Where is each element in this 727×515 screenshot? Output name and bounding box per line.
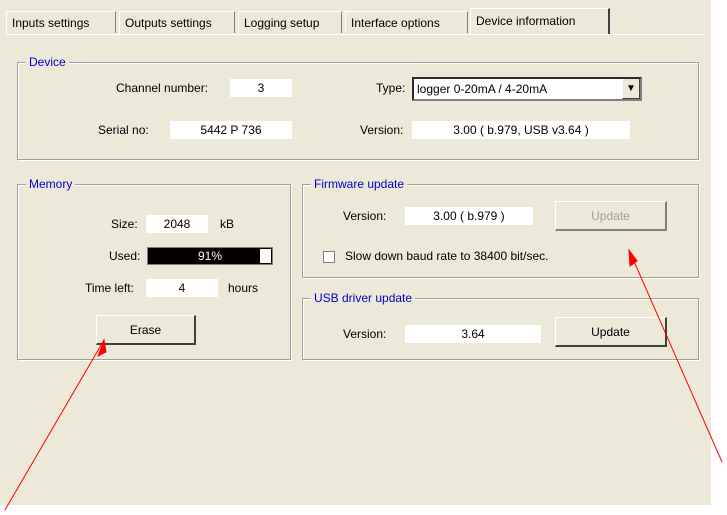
chevron-down-icon[interactable]: ▼ bbox=[622, 79, 640, 99]
device-version-value: 3.00 ( b.979, USB v3.64 ) bbox=[412, 121, 630, 139]
tab-interface-options[interactable]: Interface options bbox=[345, 11, 468, 33]
usb-version-label: Version: bbox=[343, 327, 387, 341]
memory-legend: Memory bbox=[26, 177, 76, 191]
memory-size-value: 2048 bbox=[146, 215, 208, 233]
time-left-label: Time left: bbox=[85, 281, 134, 295]
type-select-value: logger 0-20mA / 4-20mA bbox=[417, 82, 548, 96]
tab-inputs-settings[interactable]: Inputs settings bbox=[6, 11, 116, 33]
device-version-label: Version: bbox=[360, 123, 404, 137]
memory-used-value: 91% bbox=[197, 249, 223, 263]
serial-number-value: 5442 P 736 bbox=[170, 121, 292, 139]
memory-size-label: Size: bbox=[111, 217, 138, 231]
device-information-window: Inputs settings Outputs settings Logging… bbox=[0, 0, 711, 505]
slow-baud-label: Slow down baud rate to 38400 bit/sec. bbox=[345, 249, 549, 263]
tab-outputs-settings[interactable]: Outputs settings bbox=[119, 11, 235, 33]
firmware-version-label: Version: bbox=[343, 209, 387, 223]
tab-device-information[interactable]: Device information bbox=[470, 8, 610, 34]
serial-number-label: Serial no: bbox=[98, 123, 149, 137]
channel-number-value: 3 bbox=[230, 79, 292, 97]
firmware-update-legend: Firmware update bbox=[311, 177, 408, 191]
memory-used-progress: 91% bbox=[147, 247, 273, 265]
time-left-unit: hours bbox=[228, 281, 259, 295]
memory-size-unit: kB bbox=[220, 217, 235, 231]
usb-driver-update-group: USB driver update Version: 3.64 Update bbox=[302, 291, 699, 360]
device-legend: Device bbox=[26, 55, 69, 69]
usb-update-button[interactable]: Update bbox=[555, 317, 667, 347]
memory-used-label: Used: bbox=[109, 249, 141, 263]
usb-version-value: 3.64 bbox=[405, 325, 541, 343]
type-label: Type: bbox=[376, 81, 406, 95]
usb-driver-update-legend: USB driver update bbox=[311, 291, 416, 305]
tab-panel-border bbox=[6, 34, 706, 35]
tab-logging-setup[interactable]: Logging setup bbox=[238, 11, 342, 33]
firmware-update-group: Firmware update Version: 3.00 ( b.979 ) … bbox=[302, 177, 699, 278]
device-group: Device Channel number: 3 Type: logger 0-… bbox=[17, 55, 699, 160]
slow-baud-checkbox[interactable] bbox=[323, 251, 335, 263]
firmware-version-value: 3.00 ( b.979 ) bbox=[405, 207, 533, 225]
erase-button[interactable]: Erase bbox=[96, 315, 196, 345]
time-left-value: 4 bbox=[146, 279, 218, 297]
firmware-update-button[interactable]: Update bbox=[555, 201, 667, 231]
channel-number-label: Channel number: bbox=[116, 81, 209, 95]
memory-group: Memory Size: 2048 kB Used: 91% Time left… bbox=[17, 177, 291, 360]
type-select[interactable]: logger 0-20mA / 4-20mA ▼ bbox=[412, 77, 642, 101]
